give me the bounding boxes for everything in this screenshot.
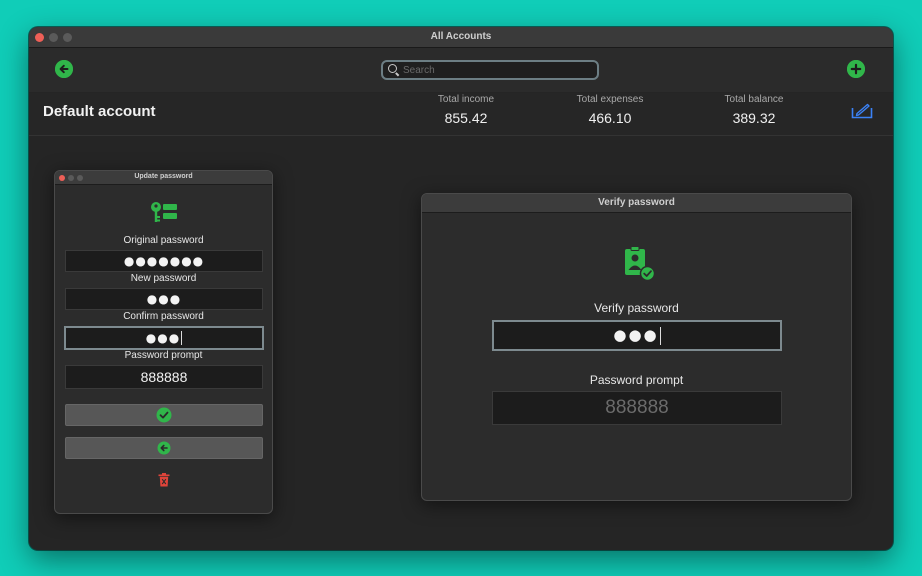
confirm-password-field[interactable]: ●●● — [64, 326, 264, 350]
total-expenses: Total expenses 466.10 — [560, 94, 660, 126]
window-title: All Accounts — [430, 31, 492, 42]
total-income-label: Total income — [437, 94, 495, 105]
new-password-field[interactable]: ●●● — [65, 288, 263, 310]
edit-account-icon[interactable] — [851, 103, 873, 119]
toolbar — [29, 48, 893, 92]
password-prompt-label: Password prompt — [124, 350, 203, 361]
total-expenses-value: 466.10 — [588, 110, 632, 126]
key-password-icon — [151, 202, 177, 222]
search-icon — [388, 64, 397, 73]
verify-password-value: ●●● — [613, 326, 659, 344]
verify-prompt-placeholder: 888888 — [605, 397, 669, 418]
arrow-left-circle-icon — [157, 441, 171, 455]
verify-password-field[interactable]: ●●● — [492, 320, 782, 351]
original-password-label: Original password — [123, 235, 204, 246]
new-password-value: ●●● — [146, 292, 182, 306]
update-password-dialog: Update password Original password ●●●●●●… — [54, 170, 273, 514]
total-balance-label: Total balance — [724, 94, 784, 105]
window-titlebar: All Accounts — [29, 27, 893, 48]
verify-password-title: Verify password — [598, 197, 675, 208]
account-summary: Default account Total income 855.42 Tota… — [29, 93, 893, 136]
new-password-label: New password — [130, 273, 197, 284]
verify-prompt-field[interactable]: 888888 — [492, 391, 782, 425]
verify-prompt-label: Password prompt — [589, 373, 684, 387]
verified-badge-icon — [625, 246, 656, 282]
text-caret — [659, 326, 661, 345]
confirm-password-value: ●●● — [145, 331, 181, 345]
total-balance-value: 389.32 — [732, 110, 776, 126]
update-password-title: Update password — [134, 173, 193, 180]
total-balance: Total balance 389.32 — [704, 94, 804, 126]
text-caret — [181, 330, 183, 345]
update-password-titlebar: Update password — [55, 171, 272, 185]
search-field[interactable] — [381, 60, 599, 80]
verify-password-titlebar: Verify password — [422, 194, 851, 213]
original-password-value: ●●●●●●● — [123, 254, 205, 268]
trash-icon[interactable] — [158, 473, 170, 487]
main-window: All Accounts Default account Total incom… — [29, 27, 893, 550]
password-prompt-value: 888888 — [140, 369, 188, 385]
total-expenses-label: Total expenses — [576, 94, 644, 105]
verify-password-label: Verify password — [594, 301, 679, 315]
account-name: Default account — [43, 103, 156, 120]
cancel-update-button[interactable] — [65, 437, 263, 459]
search-input[interactable] — [403, 63, 588, 77]
total-income-value: 855.42 — [444, 110, 488, 126]
confirm-update-button[interactable] — [65, 404, 263, 426]
password-prompt-field[interactable]: 888888 — [65, 365, 263, 389]
plus-circle-icon — [847, 60, 865, 78]
arrow-left-circle-icon — [55, 60, 73, 78]
original-password-field[interactable]: ●●●●●●● — [65, 250, 263, 272]
verify-password-dialog: Verify password Verify password ●●● Pass… — [421, 193, 852, 501]
add-account-button[interactable] — [847, 60, 865, 78]
back-button[interactable] — [55, 60, 73, 78]
total-income: Total income 855.42 — [416, 94, 516, 126]
confirm-password-label: Confirm password — [123, 311, 204, 322]
checkmark-circle-icon — [156, 407, 172, 423]
